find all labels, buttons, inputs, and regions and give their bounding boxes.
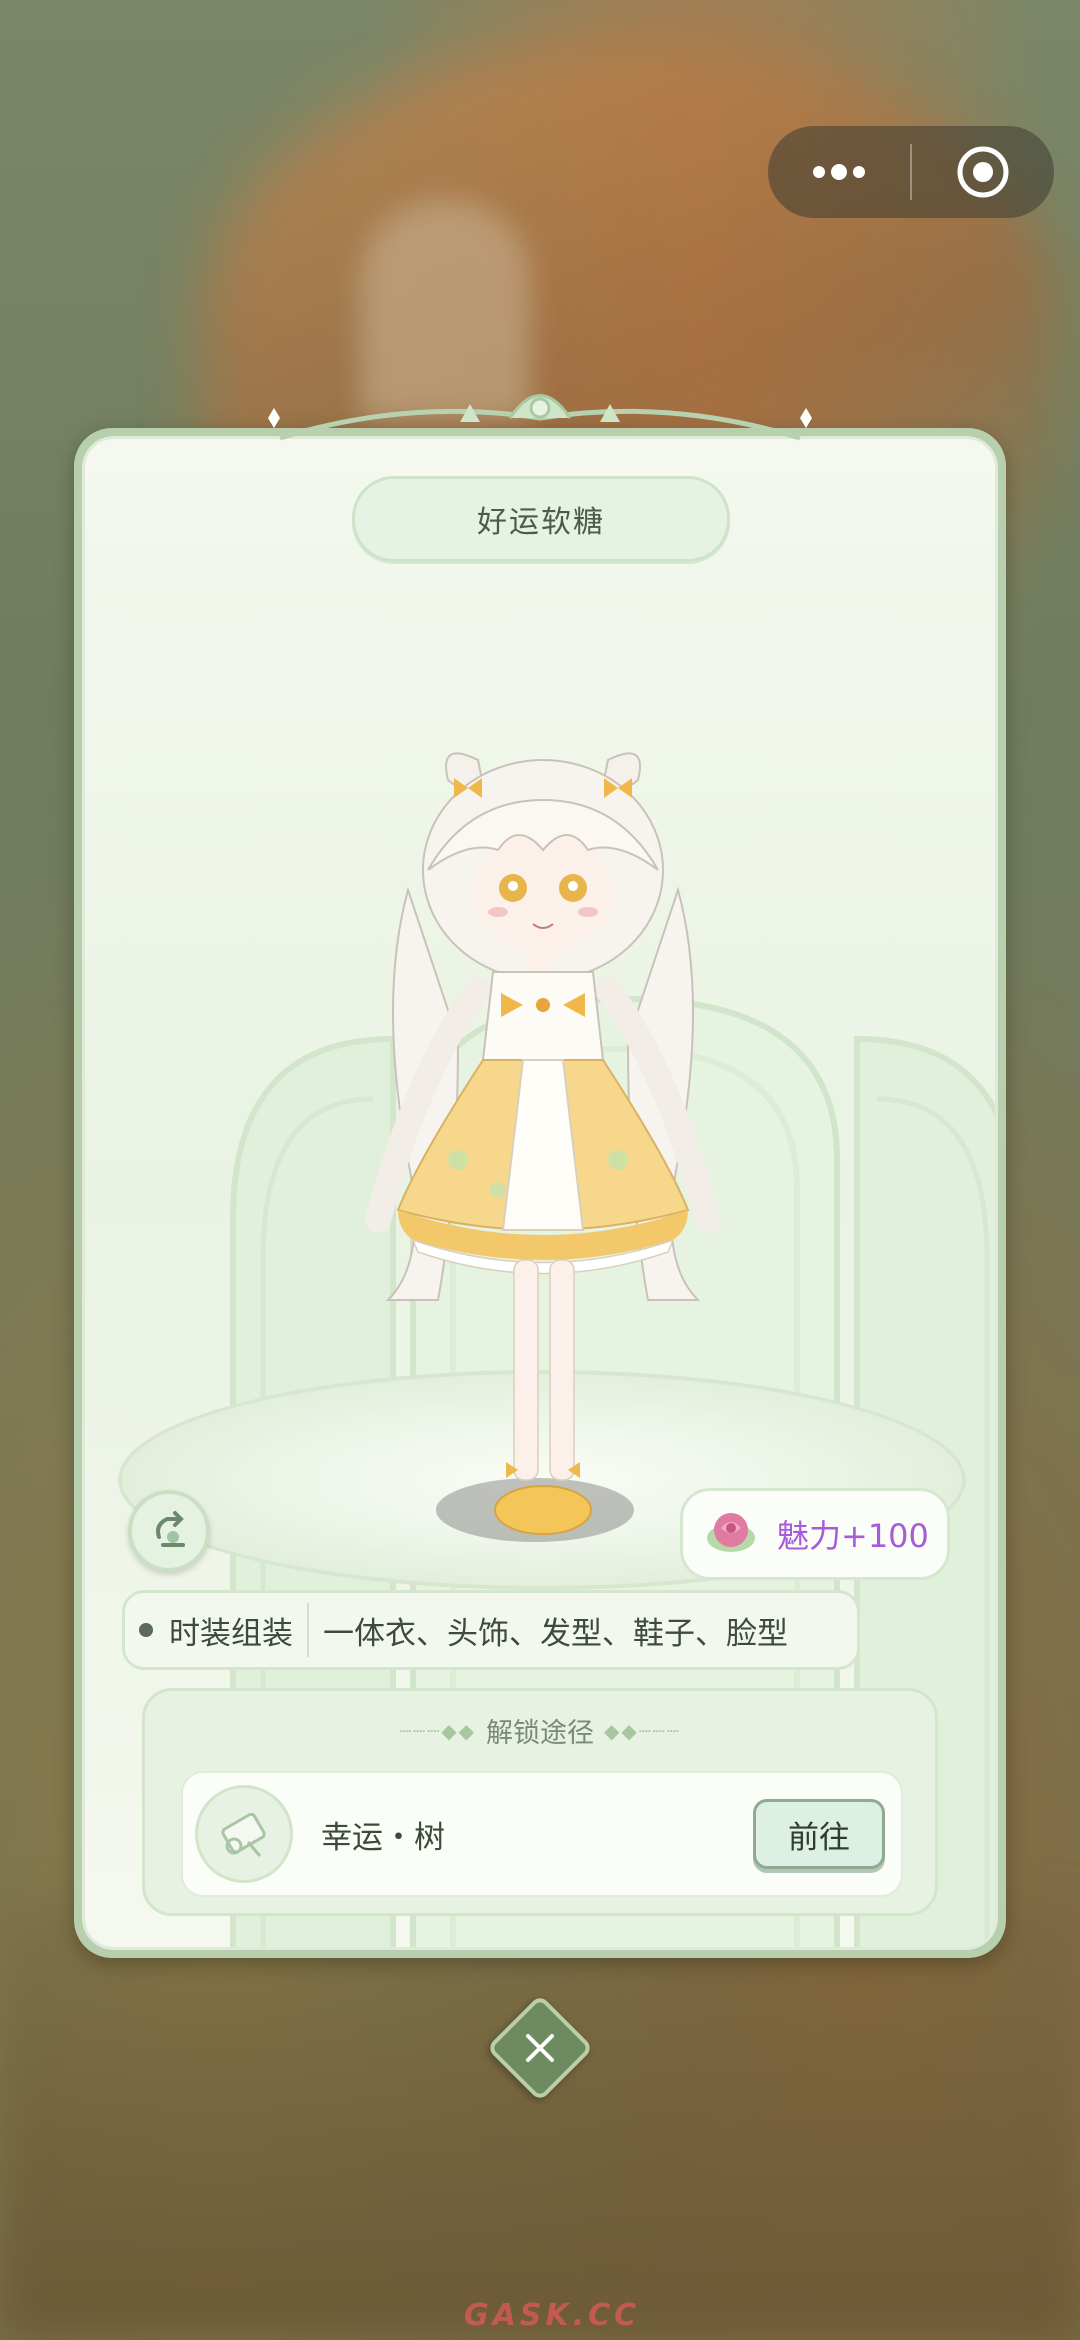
- unlock-title-row: ┈┈┈◆◆ 解锁途径 ◆◆┈┈┈: [145, 1711, 935, 1750]
- outfit-title-plaque: 好运软糖: [352, 476, 730, 562]
- crest-ornament: [268, 394, 812, 441]
- scroll-icon: [221, 1812, 266, 1857]
- target-circle-icon: [957, 146, 1009, 198]
- character-illustration: [365, 752, 721, 1535]
- bullet-dot: [139, 1623, 153, 1637]
- charm-value: 魅力+100: [777, 1517, 929, 1555]
- components-list: 一体衣、头饰、发型、鞋子、脸型: [323, 1615, 788, 1652]
- watermark: GASK.CC: [464, 2298, 641, 2333]
- exit-button[interactable]: [912, 126, 1054, 218]
- mini-program-capsule: [768, 126, 1054, 218]
- outfit-title: 好运软糖: [477, 505, 605, 540]
- unlock-title: 解锁途径: [486, 1718, 594, 1749]
- background-foliage: [0, 1900, 1080, 2340]
- close-x-icon: [526, 2034, 554, 2062]
- rose-icon: [707, 1513, 755, 1552]
- more-button[interactable]: [768, 126, 910, 218]
- route-name: 幸运・树: [321, 1819, 445, 1856]
- route-icon-frame: [195, 1785, 293, 1883]
- divider-ornament-left: ┈┈┈◆◆: [399, 1718, 476, 1743]
- unlock-section: ┈┈┈◆◆ 解锁途径 ◆◆┈┈┈ 幸运・树 前往: [142, 1688, 938, 1916]
- go-button[interactable]: 前往: [753, 1799, 885, 1869]
- charm-badge: 魅力+100: [680, 1488, 950, 1580]
- divider-ornament-right: ◆◆┈┈┈: [604, 1718, 681, 1743]
- more-dots-icon: [813, 164, 865, 180]
- unlock-route-row: 幸运・树 前往: [181, 1771, 903, 1897]
- rotate-outfit-button[interactable]: [128, 1490, 210, 1572]
- outfit-components-tag: 时装组装 一体衣、头饰、发型、鞋子、脸型: [122, 1590, 860, 1670]
- components-heading: 时装组装: [169, 1603, 309, 1657]
- hanger-rotate-icon: [156, 1511, 185, 1547]
